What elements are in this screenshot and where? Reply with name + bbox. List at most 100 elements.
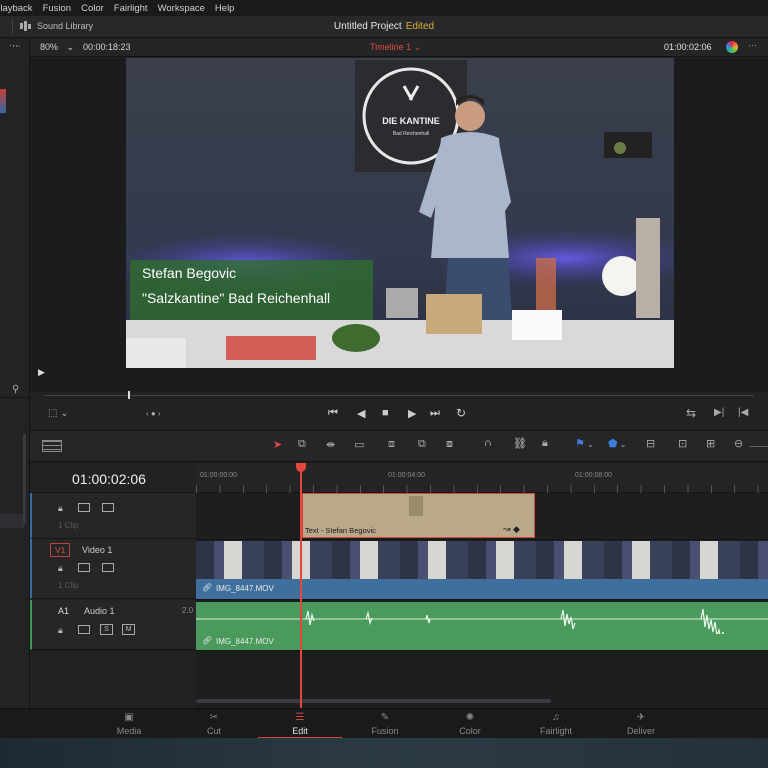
menu-fusion[interactable]: Fusion xyxy=(43,3,72,14)
ruler-ticks xyxy=(196,485,768,493)
auto-select-icon[interactable] xyxy=(78,503,90,512)
track-header-v1: V1 Video 1 🔒︎ 1 Clip xyxy=(30,539,196,599)
play-reverse-button[interactable]: ◀ xyxy=(357,407,365,420)
source-timecode: 00:00:18:23 xyxy=(83,42,131,52)
fullscreen-icon[interactable]: ▶ xyxy=(38,367,45,378)
track-header-a1: A1 Audio 1 2.0 🔒︎ S M xyxy=(30,600,196,650)
replace-clip-icon[interactable]: ⧇ xyxy=(446,438,453,451)
panel-scrollbar[interactable] xyxy=(23,434,26,524)
track-name-a1[interactable]: Audio 1 xyxy=(84,606,115,616)
position-lock-icon[interactable]: 🔒︎ xyxy=(542,437,548,450)
media-thumb[interactable] xyxy=(0,89,6,113)
menu-color[interactable]: Color xyxy=(81,3,104,14)
zoom-custom-icon[interactable]: ⊞ xyxy=(706,437,715,450)
scrubber-track[interactable] xyxy=(44,395,754,396)
marker-icon[interactable]: ⬟ ⌄ xyxy=(608,437,627,450)
auto-select-icon[interactable] xyxy=(78,625,90,634)
overwrite-clip-icon[interactable]: ⧉ xyxy=(418,438,426,451)
timeline-scrollbar[interactable] xyxy=(196,699,551,703)
project-title: Untitled Project Edited xyxy=(0,21,768,32)
play-button[interactable]: ▶ xyxy=(408,407,416,420)
scrubber-handle[interactable] xyxy=(128,391,130,399)
menu-fairlight[interactable]: Fairlight xyxy=(114,3,148,14)
linked-selection-icon[interactable]: ⛓ xyxy=(513,437,527,450)
separator xyxy=(12,20,13,34)
page-edit[interactable]: ☰ Edit xyxy=(258,709,342,739)
page-fairlight[interactable]: ♫ Fairlight xyxy=(514,709,598,739)
options-icon[interactable]: ··· xyxy=(12,41,21,51)
disable-track-icon[interactable] xyxy=(102,563,114,572)
deliver-icon: ✈ xyxy=(636,712,646,723)
video-clip[interactable]: 🔗︎ IMG_8447.MOV xyxy=(196,541,768,599)
track-id-a1[interactable]: A1 xyxy=(58,606,69,616)
page-fusion[interactable]: ✎ Fusion xyxy=(343,709,427,739)
timeline-viewer[interactable]: DIE KANTINE Bad Reichenhall Stefan Begov xyxy=(30,58,768,392)
page-deliver[interactable]: ✈ Deliver xyxy=(599,709,683,739)
title-clip-name: Text - Stefan Begovic xyxy=(305,526,376,535)
snapping-icon[interactable]: ∩ xyxy=(484,437,492,449)
blade-tool-icon[interactable]: ▭ xyxy=(354,438,364,451)
search-icon[interactable]: ⚲ xyxy=(12,384,19,395)
auto-select-icon[interactable] xyxy=(78,563,90,572)
skip-to-start-button[interactable]: ⏮ xyxy=(328,407,338,420)
zoom-dropdown[interactable]: 80% ⌄ xyxy=(40,42,74,53)
menu-workspace[interactable]: Workspace xyxy=(158,3,205,14)
timeline-name-dropdown[interactable]: Timeline 1 ⌄ xyxy=(370,42,421,53)
page-media[interactable]: ▣ Media xyxy=(87,709,171,739)
disable-track-icon[interactable] xyxy=(102,503,114,512)
zoom-full-icon[interactable]: ⊟ xyxy=(646,437,655,450)
mute-button[interactable]: M xyxy=(122,624,135,635)
zoom-slider[interactable] xyxy=(750,446,768,447)
page-cut[interactable]: ✂ Cut xyxy=(172,709,256,739)
chevron-down-icon: ⌄ xyxy=(66,42,75,52)
lock-icon[interactable]: 🔒︎ xyxy=(58,503,63,514)
solo-button[interactable]: S xyxy=(100,624,113,635)
audio-clip[interactable]: 🔗︎ IMG_8447.MOV xyxy=(196,602,768,650)
sign-title: DIE KANTINE xyxy=(382,116,440,126)
track-id-v1[interactable]: V1 xyxy=(50,543,71,557)
insert-clip-icon[interactable]: ⧈ xyxy=(388,438,395,451)
timeline-view-options-icon[interactable] xyxy=(42,440,62,452)
cut-icon: ✂ xyxy=(209,712,219,723)
skip-to-end-button[interactable]: ⏭ xyxy=(430,407,440,420)
selection-tool-icon[interactable]: ➤ xyxy=(273,438,282,451)
track-header-empty xyxy=(30,651,196,708)
track-name-v1[interactable]: Video 1 xyxy=(82,545,112,555)
audio-waveform xyxy=(196,608,768,634)
timecode-header: 01:00:02:06 xyxy=(30,463,196,493)
stop-button[interactable]: ■ xyxy=(382,407,389,419)
zoom-out-icon[interactable]: ⊖ xyxy=(734,437,743,450)
media-pool-panel: ··· ⚲ xyxy=(0,39,30,709)
flag-icon[interactable]: ⚑ ⌄ xyxy=(575,437,594,450)
video-clip-thumbnails xyxy=(196,541,768,579)
viewer-options-icon[interactable]: ··· xyxy=(748,40,757,50)
track-clip-count: 1 Clip xyxy=(58,521,79,530)
lower-third-line1: Stefan Begovic xyxy=(142,265,237,281)
trim-tool-icon[interactable]: ⧉ xyxy=(298,438,306,451)
project-name: Untitled Project xyxy=(333,21,402,32)
match-frame-icon[interactable]: ⇆ xyxy=(686,406,696,420)
timeline-ruler[interactable]: 01:00:00:00 01:00:04:00 01:00:08:00 xyxy=(196,463,768,493)
dynamic-trim-icon[interactable]: ⇼ xyxy=(326,438,335,451)
ruler-label: 01:00:00:00 xyxy=(200,472,237,479)
menu-help[interactable]: Help xyxy=(215,3,235,14)
lock-icon[interactable]: 🔒︎ xyxy=(58,625,63,636)
timeline-toolbar: ➤ ⧉ ⇼ ▭ ⧈ ⧉ ⧇ ∩ ⛓ 🔒︎ ⚑ ⌄ ⬟ ⌄ ⊟ ⊡ ⊞ ⊖ xyxy=(30,430,768,462)
lock-icon[interactable]: 🔒︎ xyxy=(58,563,63,574)
prev-edit-icon[interactable]: |◀ xyxy=(738,407,748,418)
playback-speed-icon[interactable]: ‹ ● › xyxy=(146,409,161,418)
page-color[interactable]: ✺ Color xyxy=(428,709,512,739)
zoom-detail-icon[interactable]: ⊡ xyxy=(678,437,687,450)
video-frame: DIE KANTINE Bad Reichenhall Stefan Begov xyxy=(126,58,674,368)
playhead[interactable] xyxy=(300,463,302,708)
fairlight-icon: ♫ xyxy=(552,712,560,723)
next-edit-icon[interactable]: ▶| xyxy=(714,407,724,418)
bin-row[interactable] xyxy=(0,514,24,528)
loop-button[interactable]: ↻ xyxy=(456,406,466,420)
color-scope-icon[interactable] xyxy=(726,41,738,53)
lane-divider xyxy=(196,650,768,651)
menu-playback[interactable]: Playback xyxy=(0,3,33,14)
title-clip[interactable]: Text - Stefan Begovic ↝ ◆ xyxy=(302,493,535,538)
video-clip-name: IMG_8447.MOV xyxy=(216,584,274,593)
crop-tool-icon[interactable]: ⬚ ⌄ xyxy=(48,408,69,419)
